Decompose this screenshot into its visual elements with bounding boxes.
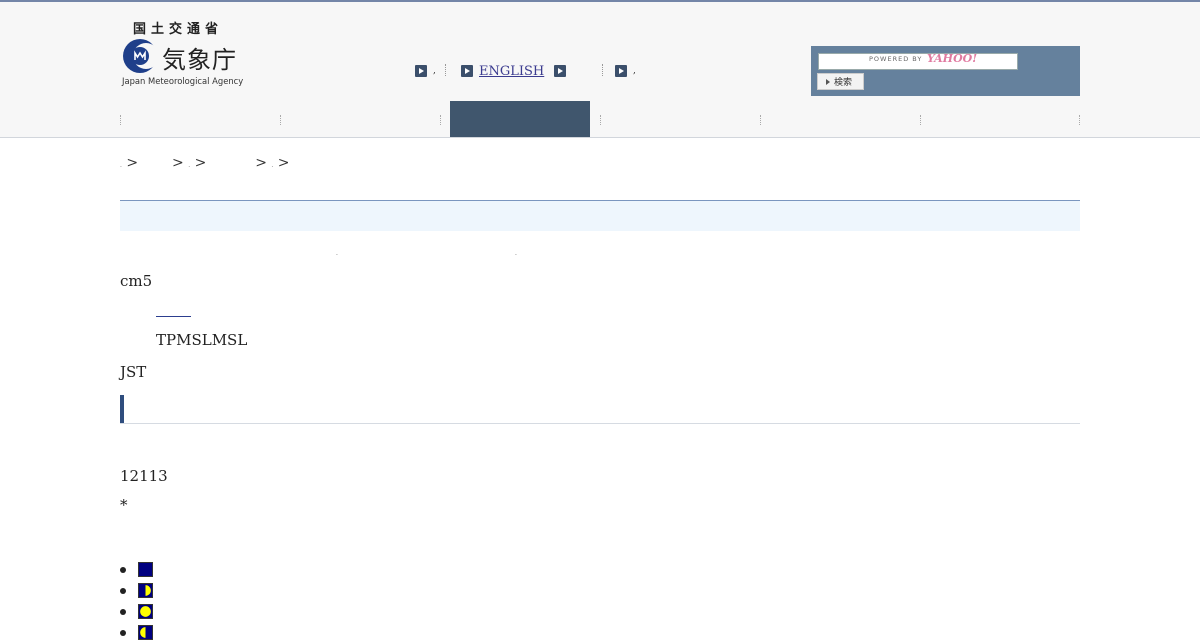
site-search: POWERED BY YAHOO! 検索: [811, 46, 1080, 96]
util-link-1-label: ,: [433, 66, 436, 76]
sub-link[interactable]: [156, 307, 191, 317]
nav-separator: [1079, 115, 1080, 125]
bullet: [120, 629, 126, 636]
util-link-1[interactable]: ,: [415, 62, 436, 80]
util-link-3-label[interactable]: [572, 65, 586, 77]
jma-logo[interactable]: 国土交通省 気象庁 Japan Meteorological Agency: [120, 18, 245, 90]
breadcrumb-sep: >: [255, 155, 267, 171]
list-item: [120, 601, 153, 622]
breadcrumb-link-1[interactable]: [151, 155, 168, 167]
nav-tab-1[interactable]: [120, 101, 280, 137]
breadcrumb-dot: .: [120, 162, 122, 169]
site-header: 国土交通省 気象庁 Japan Meteorological Agency , …: [0, 2, 1200, 138]
unit-text: cm5: [120, 272, 153, 290]
nav-tab-3-active[interactable]: [450, 101, 590, 137]
agency-name-en: Japan Meteorological Agency: [122, 76, 244, 86]
util-link-english[interactable]: ENGLISH: [461, 62, 544, 80]
english-link[interactable]: ENGLISH: [479, 64, 544, 79]
breadcrumb-link-2[interactable]: [217, 155, 251, 167]
last-quarter-icon: [138, 625, 153, 640]
nav-separator: [440, 115, 441, 125]
global-nav: [120, 101, 1080, 137]
first-quarter-icon: [138, 583, 153, 598]
breadcrumb-sep: >: [126, 155, 139, 171]
section-heading-bar: [120, 395, 124, 423]
util-separator: [602, 64, 603, 76]
bullet: [120, 587, 126, 594]
list-item: [120, 559, 153, 580]
yahoo-logo: YAHOO!: [927, 52, 978, 65]
arrow-right-icon: [615, 65, 627, 77]
nav-tab-6[interactable]: [920, 101, 1080, 137]
text-dot: .: [515, 250, 517, 257]
section-heading: [120, 395, 1080, 424]
page-title: [120, 200, 1080, 231]
full-moon-icon: [138, 604, 153, 619]
breadcrumb-dot: .: [271, 162, 274, 169]
arrow-right-icon: [415, 65, 427, 77]
util-link-4[interactable]: ,: [615, 62, 636, 80]
arrow-right-icon: [554, 65, 566, 77]
util-separator: [445, 64, 446, 76]
bullet: [120, 566, 126, 573]
util-link-3[interactable]: [554, 62, 586, 80]
breadcrumb-sep: >: [277, 155, 290, 171]
arrow-right-icon: [461, 65, 473, 77]
util-link-4-label: ,: [633, 66, 636, 76]
breadcrumb-sep: >: [172, 155, 184, 171]
count-text: 12113: [120, 467, 168, 485]
breadcrumb-dot: .: [188, 162, 191, 169]
nav-tab-5[interactable]: [760, 101, 920, 137]
inline-link[interactable]: [354, 245, 390, 257]
new-moon-icon: [138, 562, 153, 577]
timezone-text: JST: [120, 363, 147, 381]
datum-text: TPMSLMSL: [156, 331, 248, 349]
breadcrumb: . > > . > > . >: [120, 155, 290, 171]
ministry-name: 国土交通省: [133, 22, 224, 37]
bullet: [120, 608, 126, 615]
nav-tab-2[interactable]: [280, 101, 440, 137]
search-button[interactable]: 検索: [817, 73, 864, 90]
breadcrumb-sep: >: [194, 155, 207, 171]
note-text: *: [120, 496, 128, 514]
nav-tab-4[interactable]: [600, 101, 760, 137]
agency-name-ja: 気象庁: [162, 46, 237, 74]
jma-emblem-icon: [123, 39, 158, 73]
list-item: [120, 622, 153, 643]
text-dot: .: [336, 250, 338, 257]
moon-phase-legend: [120, 559, 153, 643]
search-input[interactable]: POWERED BY YAHOO!: [818, 52, 1018, 70]
list-item: [120, 580, 153, 601]
powered-by-label: POWERED BY: [869, 55, 923, 63]
